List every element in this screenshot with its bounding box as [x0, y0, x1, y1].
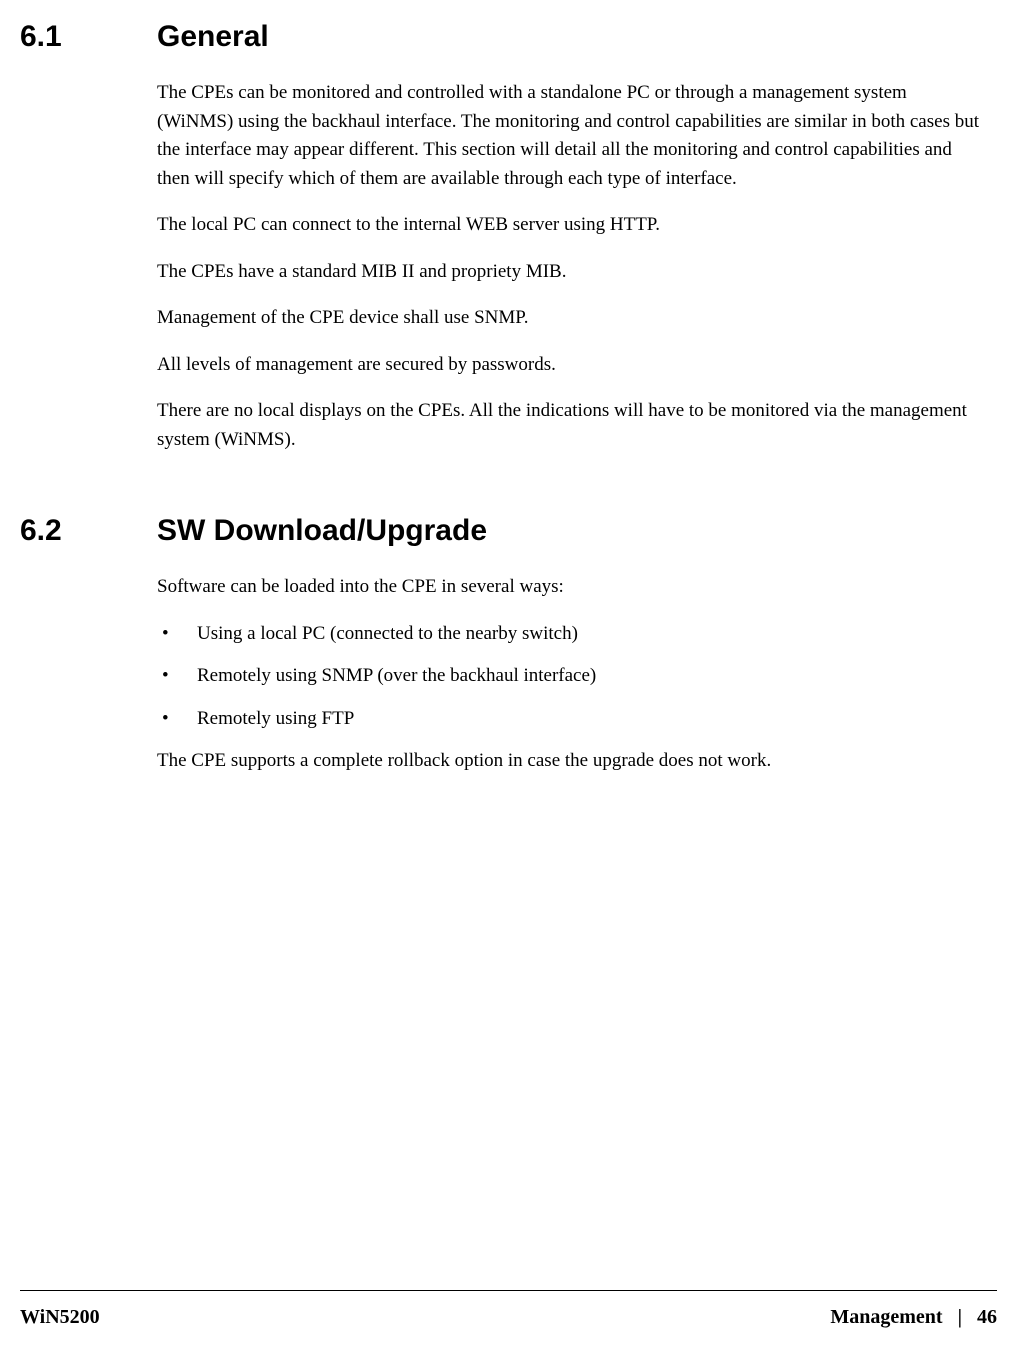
paragraph: The local PC can connect to the internal…	[157, 211, 979, 240]
paragraph-intro: Software can be loaded into the CPE in s…	[157, 573, 979, 602]
bullet-text: Remotely using FTP	[197, 705, 979, 734]
section-heading-2: 6.2 SW Download/Upgrade	[20, 494, 997, 548]
page-content: 6.1 General The CPEs can be monitored an…	[0, 0, 1017, 776]
section-sw-download: 6.2 SW Download/Upgrade Software can be …	[20, 494, 997, 776]
section-heading-1: 6.1 General	[20, 0, 997, 54]
footer-chapter: Management	[830, 1306, 942, 1328]
bullet-list: • Using a local PC (connected to the nea…	[157, 620, 979, 734]
section-number-2: 6.2	[20, 514, 157, 548]
bullet-icon: •	[157, 620, 197, 649]
bullet-icon: •	[157, 705, 197, 734]
paragraph: All levels of management are secured by …	[157, 351, 979, 380]
paragraph: The CPEs have a standard MIB II and prop…	[157, 258, 979, 287]
bullet-icon: •	[157, 662, 197, 691]
paragraph-outro: The CPE supports a complete rollback opt…	[157, 747, 979, 776]
section-title-2: SW Download/Upgrade	[157, 514, 487, 548]
section-body-1: The CPEs can be monitored and controlled…	[157, 79, 979, 454]
footer-separator: |	[958, 1306, 962, 1328]
footer-page-number: 46	[977, 1306, 997, 1328]
paragraph: There are no local displays on the CPEs.…	[157, 397, 979, 454]
bullet-text: Using a local PC (connected to the nearb…	[197, 620, 979, 649]
footer-product: WiN5200	[20, 1306, 100, 1329]
list-item: • Remotely using FTP	[157, 705, 979, 734]
list-item: • Using a local PC (connected to the nea…	[157, 620, 979, 649]
bullet-text: Remotely using SNMP (over the backhaul i…	[197, 662, 979, 691]
page-footer: WiN5200 Management | 46	[20, 1290, 997, 1329]
section-body-2: Software can be loaded into the CPE in s…	[157, 573, 979, 776]
footer-right: Management | 46	[830, 1306, 997, 1329]
section-general: 6.1 General The CPEs can be monitored an…	[20, 0, 997, 454]
section-number-1: 6.1	[20, 20, 157, 54]
paragraph: Management of the CPE device shall use S…	[157, 304, 979, 333]
paragraph: The CPEs can be monitored and controlled…	[157, 79, 979, 193]
section-title-1: General	[157, 20, 269, 54]
list-item: • Remotely using SNMP (over the backhaul…	[157, 662, 979, 691]
